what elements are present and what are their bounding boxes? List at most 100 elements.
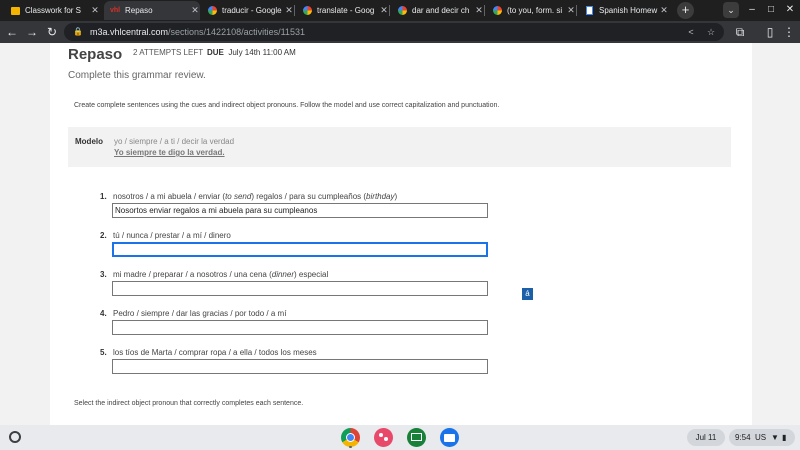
google-icon [302, 6, 312, 16]
share-icon[interactable]: < [684, 23, 698, 41]
tab-strip: Classwork for S ✕ vhl Repaso ✕ traducir - Goo… [0, 0, 800, 21]
vhl-icon: vhl [109, 7, 121, 14]
back-icon[interactable]: ← [4, 24, 20, 40]
question-number: 1. [100, 192, 107, 201]
tab-title: dar and decir ch [412, 6, 470, 15]
tab-title: traducir - Google [222, 6, 282, 15]
tab-1[interactable]: Classwork for S ✕ [4, 1, 100, 20]
tab-separator [576, 5, 577, 16]
clock-time: 9:54 [735, 433, 751, 442]
minimize-icon[interactable]: – [744, 2, 760, 18]
answer-input-5[interactable] [112, 359, 488, 374]
accent-a-button[interactable]: á [522, 288, 533, 300]
tab-7[interactable]: Spanish Homew ✕ [578, 1, 669, 20]
cue-text: Pedro / siempre / dar las gracias / por … [113, 309, 287, 318]
question-item: 5. los tíos de Marta / comprar ropa / a e… [50, 348, 752, 383]
question-item: 3. mi madre / preparar / a nosotros / una… [50, 270, 752, 305]
question-cue: Pedro / siempre / dar las gracias / por … [113, 309, 286, 318]
answer-input-4[interactable] [112, 320, 488, 335]
tab-6[interactable]: (to you, form. si ✕ [486, 1, 576, 20]
tab-title: Classwork for S [25, 6, 82, 15]
attempts-left: 2 ATTEMPTS LEFT [133, 48, 204, 57]
classroom-app-icon[interactable] [407, 428, 426, 447]
tab-title: (to you, form. si [507, 6, 563, 15]
url-path: /sections/1422108/activities/11531 [168, 27, 305, 37]
close-tab-icon[interactable]: ✕ [659, 5, 669, 16]
browser-toolbar: ← → ↻ 🔒 m3a.vhlcentral.com/sections/1422… [0, 21, 800, 43]
url-host: m3a.vhlcentral.com [90, 27, 169, 37]
model-answer: Yo siempre te digo la verdad. [114, 148, 225, 157]
close-tab-icon[interactable]: ✕ [190, 5, 200, 16]
cue-translation: to send [225, 192, 252, 201]
google-icon [397, 6, 407, 16]
model-box: Modelo yo / siempre / a ti / decir la ve… [68, 127, 731, 167]
new-tab-button[interactable]: + [677, 2, 694, 19]
instructions: Create complete sentences using the cues… [74, 102, 500, 109]
cue-text: mi madre / preparar / a nosotros / una c… [113, 270, 272, 279]
cue-translation: birthday [366, 192, 395, 201]
question-cue: nosotros / a mi abuela / enviar (to send… [113, 192, 397, 201]
art-app-icon[interactable] [374, 428, 393, 447]
question-number: 5. [100, 348, 107, 357]
forward-icon[interactable]: → [24, 24, 40, 40]
wifi-icon: ▼ [771, 433, 779, 442]
extensions-icon[interactable]: ⧉ [732, 24, 748, 40]
close-tab-icon[interactable]: ✕ [474, 5, 484, 16]
launcher-icon[interactable] [9, 431, 21, 443]
close-tab-icon[interactable]: ✕ [90, 5, 100, 16]
model-cue: yo / siempre / a ti / decir la verdad [114, 137, 235, 146]
system-shelf: Jul 11 9:54 US ▼ ▮ [0, 425, 800, 450]
menu-kebab-icon[interactable]: ⋮ [781, 24, 797, 40]
question-number: 3. [100, 270, 107, 279]
lock-icon[interactable]: 🔒 [72, 23, 84, 41]
due-info: DUE July 14th 11:00 AM [207, 48, 296, 57]
answer-input-2[interactable] [112, 242, 488, 257]
tab-4[interactable]: translate - Goog ✕ [296, 1, 389, 20]
tab-5[interactable]: dar and decir ch ✕ [391, 1, 484, 20]
chrome-running-indicator [349, 446, 352, 448]
cue-translation: dinner [271, 270, 294, 279]
tab-title: Spanish Homew [599, 6, 658, 15]
bookmark-star-icon[interactable]: ☆ [704, 23, 718, 41]
activity-subtitle: Complete this grammar review. [68, 70, 206, 81]
model-label: Modelo [75, 137, 103, 146]
tab-3[interactable]: traducir - Google ✕ [201, 1, 294, 20]
due-date: July 14th 11:00 AM [228, 48, 296, 57]
question-item: 1. nosotros / a mi abuela / enviar (to se… [50, 192, 752, 227]
classroom-icon [10, 6, 20, 16]
side-panel-icon[interactable]: ▯ [762, 24, 778, 40]
reload-icon[interactable]: ↻ [44, 24, 60, 40]
close-window-icon[interactable]: ✕ [782, 2, 798, 18]
close-tab-icon[interactable]: ✕ [566, 5, 576, 16]
question-item: 4. Pedro / siempre / dar las gracias / po… [50, 309, 752, 344]
answer-input-1[interactable] [112, 203, 488, 218]
due-label: DUE [207, 48, 224, 57]
tab-2[interactable]: vhl Repaso ✕ [104, 1, 200, 20]
maximize-icon[interactable]: □ [763, 2, 779, 18]
cue-text: los tíos de Marta / comprar ropa / a ell… [113, 348, 317, 357]
cue-text: ) [394, 192, 398, 201]
close-tab-icon[interactable]: ✕ [284, 5, 294, 16]
input-locale: US [755, 433, 767, 442]
question-number: 2. [100, 231, 107, 240]
tab-title: Repaso [125, 6, 153, 15]
page-title: Repaso [68, 46, 123, 63]
files-app-icon[interactable] [440, 428, 459, 447]
activity-card: Repaso 2 ATTEMPTS LEFT DUE July 14th 11:… [50, 43, 752, 425]
tab-search-button[interactable]: ⌄ [723, 2, 739, 18]
cue-text: tú / nunca / prestar / a mí / dinero [113, 231, 231, 240]
question-cue: los tíos de Marta / comprar ropa / a ell… [113, 348, 317, 357]
question-cue: mi madre / preparar / a nosotros / una c… [113, 270, 328, 279]
tab-separator [294, 5, 295, 16]
google-icon [492, 6, 502, 16]
close-tab-icon[interactable]: ✕ [379, 5, 389, 16]
question-cue: tú / nunca / prestar / a mí / dinero [113, 231, 231, 240]
date-pill[interactable]: Jul 11 [687, 429, 725, 446]
docs-icon [584, 6, 594, 16]
battery-icon: ▮ [782, 433, 787, 442]
answer-input-3[interactable] [112, 281, 488, 296]
tab-separator [389, 5, 390, 16]
status-area[interactable]: 9:54 US ▼ ▮ [729, 429, 795, 446]
chrome-app-icon[interactable] [341, 428, 360, 447]
address-bar[interactable]: 🔒 m3a.vhlcentral.com/sections/1422108/ac… [64, 23, 724, 41]
